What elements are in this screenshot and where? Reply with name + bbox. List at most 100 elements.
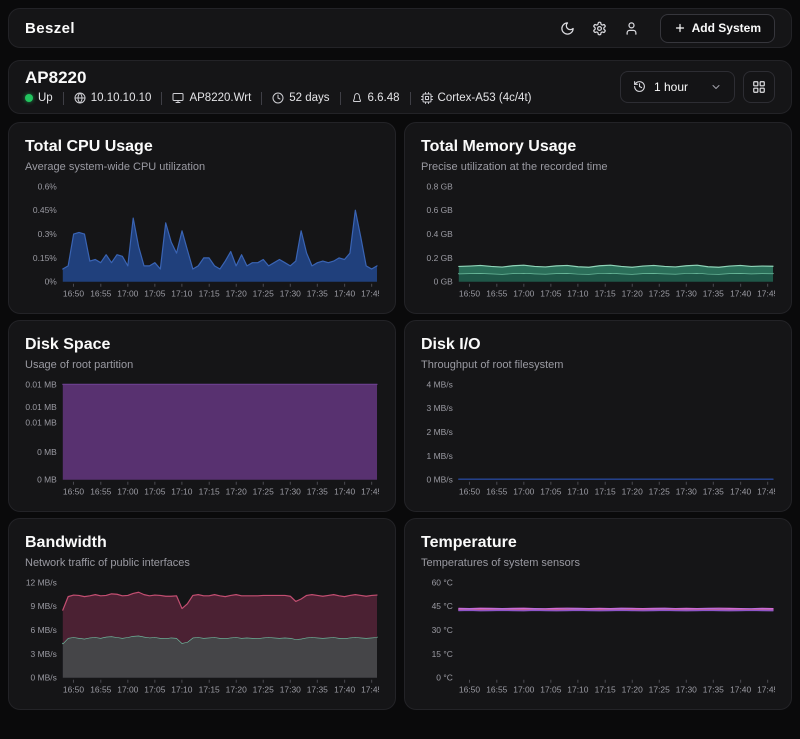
status-label: Up	[38, 92, 53, 104]
svg-text:16:50: 16:50	[63, 487, 84, 497]
svg-text:0.01 MB: 0.01 MB	[25, 418, 57, 428]
svg-text:0 °C: 0 °C	[436, 673, 453, 683]
chart-layout-toggle[interactable]	[743, 71, 775, 103]
svg-text:17:20: 17:20	[622, 685, 643, 695]
svg-text:17:40: 17:40	[334, 685, 355, 695]
user-menu-button[interactable]	[618, 14, 646, 42]
svg-text:17:10: 17:10	[171, 289, 192, 299]
chart-subtitle: Throughput of root filesystem	[421, 359, 775, 371]
theme-toggle-button[interactable]	[554, 14, 582, 42]
svg-text:17:40: 17:40	[334, 487, 355, 497]
svg-text:17:15: 17:15	[595, 487, 616, 497]
monitor-icon	[172, 92, 184, 104]
chart-card-disk-space: Disk Space Usage of root partition 0 MB0…	[8, 320, 396, 512]
status-dot	[25, 94, 33, 102]
svg-text:16:55: 16:55	[90, 289, 111, 299]
svg-text:16:50: 16:50	[63, 685, 84, 695]
svg-text:17:25: 17:25	[253, 685, 274, 695]
disk-io-chart: 0 MB/s1 MB/s2 MB/s3 MB/s4 MB/s16:5016:55…	[421, 378, 775, 500]
svg-text:17:30: 17:30	[280, 685, 301, 695]
svg-text:16:50: 16:50	[63, 289, 84, 299]
svg-text:17:05: 17:05	[144, 487, 165, 497]
system-meta: Up 10.10.10.10 AP8220.Wrt 52 days	[25, 92, 531, 105]
dashboard-page: Beszel Add System AP8220 Up	[0, 0, 800, 718]
svg-text:0 MB: 0 MB	[37, 475, 57, 485]
svg-text:17:20: 17:20	[622, 289, 643, 299]
chart-card-disk-io: Disk I/O Throughput of root filesystem 0…	[404, 320, 792, 512]
svg-text:17:00: 17:00	[117, 289, 138, 299]
charts-grid: Total CPU Usage Average system-wide CPU …	[8, 122, 792, 710]
svg-text:17:25: 17:25	[649, 685, 670, 695]
svg-text:0.8 GB: 0.8 GB	[427, 181, 454, 191]
svg-text:17:25: 17:25	[253, 487, 274, 497]
svg-text:60 °C: 60 °C	[432, 577, 453, 587]
svg-text:17:20: 17:20	[622, 487, 643, 497]
chart-card-bandwidth: Bandwidth Network traffic of public inte…	[8, 518, 396, 710]
svg-text:17:35: 17:35	[307, 289, 328, 299]
svg-text:0 MB: 0 MB	[37, 447, 57, 457]
time-range-select[interactable]: 1 hour	[620, 71, 735, 103]
svg-text:17:15: 17:15	[199, 289, 220, 299]
svg-text:17:40: 17:40	[730, 487, 751, 497]
system-ip: 10.10.10.10	[74, 92, 152, 104]
time-range-value: 1 hour	[654, 80, 688, 94]
clock-icon	[272, 92, 284, 104]
temperature-chart: 0 °C15 °C30 °C45 °C60 °C16:5016:5517:001…	[421, 576, 775, 698]
svg-text:16:50: 16:50	[459, 685, 480, 695]
add-system-button[interactable]: Add System	[660, 14, 775, 43]
app-logo[interactable]: Beszel	[25, 20, 75, 37]
svg-text:17:15: 17:15	[595, 685, 616, 695]
app-header: Beszel Add System	[8, 8, 792, 48]
divider	[410, 92, 411, 105]
svg-text:0.2 GB: 0.2 GB	[427, 253, 454, 263]
svg-text:17:05: 17:05	[144, 289, 165, 299]
add-system-label: Add System	[692, 21, 761, 35]
svg-text:45 °C: 45 °C	[432, 601, 453, 611]
svg-text:16:55: 16:55	[90, 487, 111, 497]
svg-text:17:30: 17:30	[676, 487, 697, 497]
svg-text:17:05: 17:05	[540, 289, 561, 299]
svg-text:17:45: 17:45	[757, 289, 775, 299]
svg-text:17:05: 17:05	[144, 685, 165, 695]
user-icon	[624, 21, 639, 36]
svg-text:17:30: 17:30	[676, 685, 697, 695]
system-cpu-model: Cortex-A53 (4c/4t)	[421, 92, 532, 104]
svg-text:17:10: 17:10	[567, 289, 588, 299]
svg-text:16:55: 16:55	[90, 685, 111, 695]
chart-subtitle: Precise utilization at the recorded time	[421, 161, 775, 173]
svg-text:16:50: 16:50	[459, 487, 480, 497]
svg-text:17:45: 17:45	[361, 685, 379, 695]
chart-card-memory: Total Memory Usage Precise utilization a…	[404, 122, 792, 314]
svg-text:0.3%: 0.3%	[38, 229, 58, 239]
svg-text:17:45: 17:45	[757, 685, 775, 695]
svg-text:17:30: 17:30	[280, 289, 301, 299]
settings-button[interactable]	[586, 14, 614, 42]
svg-text:0.6%: 0.6%	[38, 181, 58, 191]
svg-text:16:55: 16:55	[486, 685, 507, 695]
svg-text:17:35: 17:35	[703, 685, 724, 695]
svg-text:16:55: 16:55	[486, 487, 507, 497]
svg-text:17:15: 17:15	[199, 487, 220, 497]
svg-text:17:05: 17:05	[540, 487, 561, 497]
divider	[261, 92, 262, 105]
svg-text:17:10: 17:10	[171, 685, 192, 695]
svg-text:17:10: 17:10	[567, 487, 588, 497]
svg-text:0.15%: 0.15%	[33, 253, 57, 263]
svg-text:17:20: 17:20	[226, 487, 247, 497]
svg-text:0 GB: 0 GB	[434, 277, 454, 287]
svg-text:17:25: 17:25	[649, 487, 670, 497]
svg-text:0 MB/s: 0 MB/s	[427, 475, 453, 485]
svg-text:17:40: 17:40	[334, 289, 355, 299]
divider	[340, 92, 341, 105]
svg-text:17:15: 17:15	[199, 685, 220, 695]
globe-icon	[74, 92, 86, 104]
svg-text:17:40: 17:40	[730, 289, 751, 299]
svg-text:17:00: 17:00	[117, 685, 138, 695]
svg-text:1 MB/s: 1 MB/s	[427, 451, 453, 461]
svg-text:3 MB/s: 3 MB/s	[31, 649, 57, 659]
svg-text:0.4 GB: 0.4 GB	[427, 229, 454, 239]
svg-text:0%: 0%	[45, 277, 58, 287]
chart-title: Disk I/O	[421, 336, 775, 354]
chart-subtitle: Average system-wide CPU utilization	[25, 161, 379, 173]
svg-text:17:00: 17:00	[513, 685, 534, 695]
